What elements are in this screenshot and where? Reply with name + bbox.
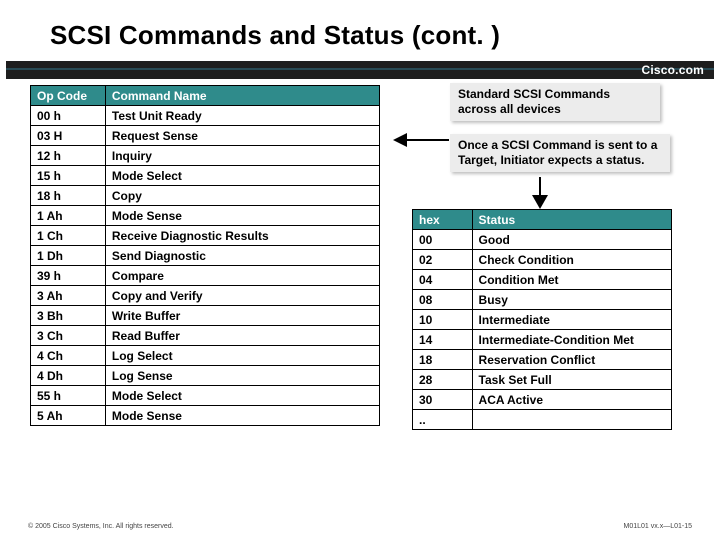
- brand-text: Cisco.com: [642, 63, 705, 77]
- table-row: 00 hTest Unit Ready: [31, 106, 380, 126]
- table-row: 1 ChReceive Diagnostic Results: [31, 226, 380, 246]
- col-header: Status: [472, 210, 671, 230]
- col-header: Op Code: [31, 86, 106, 106]
- table-row: 10Intermediate: [413, 310, 672, 330]
- cell: 30: [413, 390, 473, 410]
- cell: 00 h: [31, 106, 106, 126]
- cell: 3 Ch: [31, 326, 106, 346]
- cell: Log Sense: [105, 366, 379, 386]
- page-title: SCSI Commands and Status (cont. ): [0, 0, 720, 61]
- cell: ACA Active: [472, 390, 671, 410]
- cell: 03 H: [31, 126, 106, 146]
- table-row: 08Busy: [413, 290, 672, 310]
- table-header-row: hex Status: [413, 210, 672, 230]
- cell: 14: [413, 330, 473, 350]
- table-row: 1 DhSend Diagnostic: [31, 246, 380, 266]
- table-row: 14Intermediate-Condition Met: [413, 330, 672, 350]
- table-row: 18Reservation Conflict: [413, 350, 672, 370]
- cell: Mode Sense: [105, 206, 379, 226]
- table-row: 03 HRequest Sense: [31, 126, 380, 146]
- table-row: ..: [413, 410, 672, 430]
- table-row: 15 hMode Select: [31, 166, 380, 186]
- cell: 3 Ah: [31, 286, 106, 306]
- table-row: 28Task Set Full: [413, 370, 672, 390]
- cell: Mode Sense: [105, 406, 379, 426]
- cell: Inquiry: [105, 146, 379, 166]
- cell: Write Buffer: [105, 306, 379, 326]
- cell: Request Sense: [105, 126, 379, 146]
- cell: Mode Select: [105, 166, 379, 186]
- cell: 4 Dh: [31, 366, 106, 386]
- cell: 28: [413, 370, 473, 390]
- table-header-row: Op Code Command Name: [31, 86, 380, 106]
- content-area: Op Code Command Name 00 hTest Unit Ready…: [0, 79, 720, 509]
- cell: Reservation Conflict: [472, 350, 671, 370]
- table-row: 4 ChLog Select: [31, 346, 380, 366]
- footer-slide-id: M01L01 vx.x—L01-15: [624, 523, 692, 530]
- cell: 18 h: [31, 186, 106, 206]
- cell: 10: [413, 310, 473, 330]
- table-row: 5 AhMode Sense: [31, 406, 380, 426]
- cell: Test Unit Ready: [105, 106, 379, 126]
- table-row: 39 hCompare: [31, 266, 380, 286]
- table-row: 02Check Condition: [413, 250, 672, 270]
- callout-top: Standard SCSI Commands across all device…: [450, 83, 660, 121]
- arrow-down-icon: [525, 177, 555, 209]
- table-row: 04Condition Met: [413, 270, 672, 290]
- cell: Send Diagnostic: [105, 246, 379, 266]
- cell: 1 Ah: [31, 206, 106, 226]
- callout-mid: Once a SCSI Command is sent to a Target,…: [450, 134, 670, 172]
- cell: Receive Diagnostic Results: [105, 226, 379, 246]
- cell: Condition Met: [472, 270, 671, 290]
- table-row: 30ACA Active: [413, 390, 672, 410]
- table-row: 4 DhLog Sense: [31, 366, 380, 386]
- cell: Copy and Verify: [105, 286, 379, 306]
- table-row: 1 AhMode Sense: [31, 206, 380, 226]
- table-row: 00Good: [413, 230, 672, 250]
- cell: Read Buffer: [105, 326, 379, 346]
- cell: 00: [413, 230, 473, 250]
- cell: Copy: [105, 186, 379, 206]
- cell: 08: [413, 290, 473, 310]
- table-row: 12 hInquiry: [31, 146, 380, 166]
- table-row: 55 hMode Select: [31, 386, 380, 406]
- cell: Compare: [105, 266, 379, 286]
- footer-copyright: © 2005 Cisco Systems, Inc. All rights re…: [28, 523, 174, 530]
- brand-bar: Cisco.com: [6, 61, 714, 79]
- commands-table: Op Code Command Name 00 hTest Unit Ready…: [30, 85, 380, 426]
- cell: 18: [413, 350, 473, 370]
- table-row: 18 hCopy: [31, 186, 380, 206]
- cell: Intermediate: [472, 310, 671, 330]
- table-row: 3 BhWrite Buffer: [31, 306, 380, 326]
- cell: 12 h: [31, 146, 106, 166]
- cell: 04: [413, 270, 473, 290]
- cell: Log Select: [105, 346, 379, 366]
- cell: 55 h: [31, 386, 106, 406]
- status-table: hex Status 00Good 02Check Condition 04Co…: [412, 209, 672, 430]
- cell: Task Set Full: [472, 370, 671, 390]
- cell: Mode Select: [105, 386, 379, 406]
- cell: 02: [413, 250, 473, 270]
- footer: © 2005 Cisco Systems, Inc. All rights re…: [0, 518, 720, 540]
- cell: Good: [472, 230, 671, 250]
- arrow-left-icon: [393, 130, 449, 150]
- cell: 15 h: [31, 166, 106, 186]
- cell: 3 Bh: [31, 306, 106, 326]
- cell: 39 h: [31, 266, 106, 286]
- cell: 4 Ch: [31, 346, 106, 366]
- col-header: hex: [413, 210, 473, 230]
- cell: Busy: [472, 290, 671, 310]
- cell: ..: [413, 410, 473, 430]
- table-row: 3 ChRead Buffer: [31, 326, 380, 346]
- cell: 5 Ah: [31, 406, 106, 426]
- cell: 1 Ch: [31, 226, 106, 246]
- cell: Intermediate-Condition Met: [472, 330, 671, 350]
- cell: 1 Dh: [31, 246, 106, 266]
- table-row: 3 AhCopy and Verify: [31, 286, 380, 306]
- brand-bar-accent: [6, 68, 714, 70]
- cell: Check Condition: [472, 250, 671, 270]
- col-header: Command Name: [105, 86, 379, 106]
- cell: [472, 410, 671, 430]
